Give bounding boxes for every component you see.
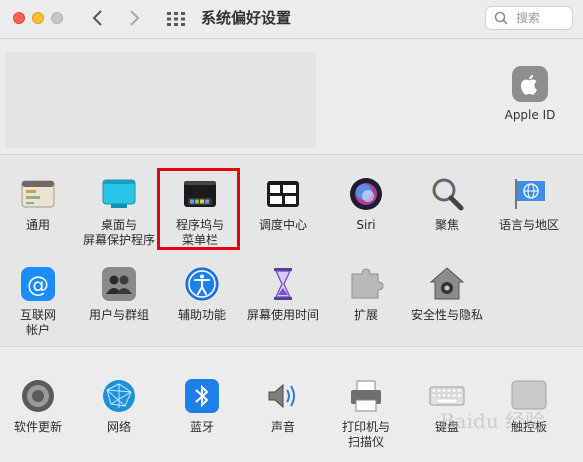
pane-label: Siri bbox=[356, 218, 376, 232]
minimize-button[interactable] bbox=[32, 12, 44, 24]
pane-label: 通用 bbox=[25, 218, 50, 232]
sound-icon bbox=[268, 383, 295, 409]
mission-control-icon bbox=[267, 181, 299, 207]
back-button[interactable] bbox=[87, 7, 109, 29]
pane-label: 屏幕使用时间 bbox=[246, 308, 319, 322]
extensions-icon bbox=[351, 268, 384, 299]
search-field[interactable]: 搜索 bbox=[485, 6, 573, 30]
chevron-left-icon bbox=[92, 10, 102, 26]
pane-label: 辅助功能 bbox=[177, 308, 226, 322]
accessibility-icon bbox=[185, 267, 219, 301]
apple-id-label: Apple ID bbox=[504, 108, 556, 122]
window-title: 系统偏好设置 bbox=[201, 9, 292, 27]
pane-software-update[interactable]: 软件更新 bbox=[0, 378, 78, 435]
pane-label: 蓝牙 bbox=[189, 420, 214, 434]
pane-internet-accounts[interactable]: @ 互联网 帐户 bbox=[0, 266, 78, 338]
pane-accessibility[interactable]: 辅助功能 bbox=[162, 266, 242, 323]
software-update-icon bbox=[22, 380, 54, 412]
pane-general[interactable]: 通用 bbox=[0, 176, 78, 233]
pane-sound[interactable]: 声音 bbox=[243, 378, 323, 435]
network-icon bbox=[103, 380, 135, 412]
pane-mission-control[interactable]: 调度中心 bbox=[243, 176, 323, 233]
title-bar: 系统偏好设置 搜索 bbox=[0, 0, 583, 39]
language-region-icon bbox=[515, 179, 545, 209]
search-icon bbox=[494, 11, 508, 25]
search-placeholder: 搜索 bbox=[516, 11, 541, 25]
pane-label: 互联网 帐户 bbox=[19, 308, 56, 337]
account-section: Apple ID bbox=[0, 44, 583, 154]
general-icon bbox=[21, 180, 55, 208]
selection-highlight bbox=[157, 168, 240, 250]
desktop-screensaver-icon bbox=[102, 179, 136, 208]
user-account-info[interactable] bbox=[5, 52, 316, 148]
pane-label: 安全性与隐私 bbox=[410, 308, 483, 322]
pane-language-region[interactable]: 语言与地区 bbox=[489, 176, 569, 233]
pane-label: 桌面与 屏幕保护程序 bbox=[82, 218, 155, 247]
pane-label: 网络 bbox=[106, 420, 131, 434]
printers-scanners-icon bbox=[351, 380, 381, 412]
pane-screen-time[interactable]: 屏幕使用时间 bbox=[243, 266, 323, 323]
pane-extensions[interactable]: 扩展 bbox=[326, 266, 406, 323]
pane-label: 聚焦 bbox=[434, 218, 459, 232]
security-privacy-icon bbox=[429, 267, 465, 300]
screen-time-icon bbox=[274, 268, 292, 300]
pane-spotlight[interactable]: 聚焦 bbox=[407, 176, 487, 233]
pane-label: 声音 bbox=[270, 420, 295, 434]
watermark: Baidu 经验 bbox=[440, 409, 546, 433]
pane-security-privacy[interactable]: 安全性与隐私 bbox=[407, 266, 487, 323]
svg-text:@: @ bbox=[27, 273, 49, 298]
pane-label: 打印机与 扫描仪 bbox=[341, 420, 390, 449]
apple-id-button[interactable] bbox=[512, 66, 548, 102]
users-groups-icon bbox=[102, 267, 136, 301]
pane-label: 用户与群组 bbox=[88, 308, 149, 322]
pane-label: 调度中心 bbox=[258, 218, 307, 232]
show-all-button[interactable] bbox=[166, 11, 186, 27]
pane-label: 扩展 bbox=[353, 308, 378, 322]
pane-label: 软件更新 bbox=[13, 420, 62, 434]
close-button[interactable] bbox=[13, 12, 25, 24]
siri-icon bbox=[350, 178, 382, 210]
zoom-button[interactable] bbox=[51, 12, 63, 24]
pane-bluetooth[interactable]: 蓝牙 bbox=[162, 378, 242, 435]
pane-printers-scanners[interactable]: 打印机与 扫描仪 bbox=[326, 378, 406, 450]
grid-icon bbox=[167, 12, 185, 26]
pane-network[interactable]: 网络 bbox=[79, 378, 159, 435]
pane-siri[interactable]: Siri bbox=[326, 176, 406, 233]
internet-accounts-icon: @ bbox=[21, 267, 55, 301]
apple-logo-icon bbox=[520, 74, 537, 95]
pane-users-groups[interactable]: 用户与群组 bbox=[79, 266, 159, 323]
pane-label: 语言与地区 bbox=[498, 218, 559, 232]
forward-button[interactable] bbox=[123, 7, 145, 29]
chevron-right-icon bbox=[130, 10, 140, 26]
pane-desktop-screensaver[interactable]: 桌面与 屏幕保护程序 bbox=[79, 176, 159, 248]
bluetooth-icon bbox=[185, 379, 219, 413]
spotlight-icon bbox=[432, 178, 464, 211]
